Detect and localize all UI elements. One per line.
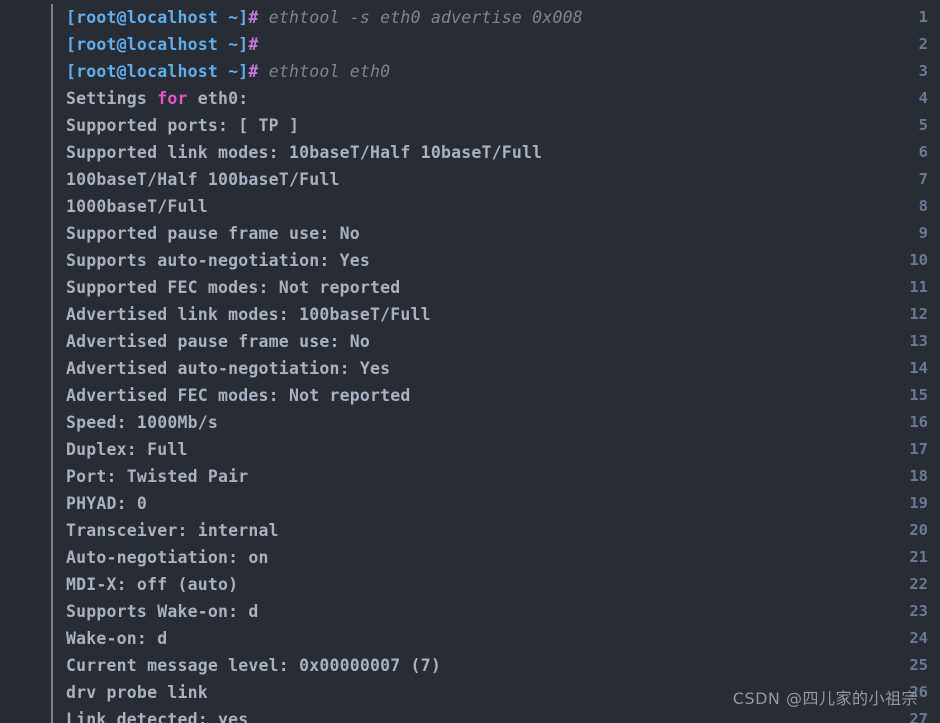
code-token-plain: Current message level: 0x00000007 (7) [66,656,441,675]
code-token-hash: # [248,35,259,54]
code-line[interactable]: Supports auto-negotiation: Yes [66,247,370,274]
code-line[interactable]: Auto-negotiation: on [66,544,269,571]
code-line[interactable]: Advertised pause frame use: No [66,328,370,355]
code-token-prompt: [root@localhost ~] [66,35,249,54]
code-token-hash: # [248,8,259,27]
gutter-separator-rule [51,4,53,723]
code-token-hash: # [248,62,259,81]
code-line[interactable]: Advertised auto-negotiation: Yes [66,355,390,382]
code-line[interactable]: 100baseT/Half 100baseT/Full [66,166,340,193]
code-line[interactable]: Supported ports: [ TP ] [66,112,299,139]
code-token-plain: Duplex: Full [66,440,188,459]
code-line[interactable]: Advertised link modes: 100baseT/Full [66,301,431,328]
code-token-plain: drv probe link [66,683,208,702]
code-token-plain: Supported pause frame use: No [66,224,360,243]
code-token-plain: Supports Wake-on: d [66,602,259,621]
code-token-plain: eth0: [187,89,249,108]
code-token-plain: Supported link modes: 10baseT/Half 10bas… [66,143,543,162]
code-token-plain: Port: Twisted Pair [66,467,249,486]
code-token-plain: Supported ports: [ TP ] [66,116,300,135]
code-line[interactable]: Port: Twisted Pair [66,463,248,490]
code-token-plain: Supports auto-negotiation: Yes [66,251,371,270]
code-line[interactable]: [root@localhost ~]# ethtool eth0 [66,58,390,85]
code-line[interactable]: MDI-X: off (auto) [66,571,238,598]
code-content-area[interactable]: [root@localhost ~]# ethtool -s eth0 adve… [66,0,940,723]
code-line[interactable]: Current message level: 0x00000007 (7) [66,652,441,679]
code-line[interactable]: Supported FEC modes: Not reported [66,274,400,301]
code-line[interactable]: Advertised FEC modes: Not reported [66,382,411,409]
code-line[interactable]: [root@localhost ~]# ethtool -s eth0 adve… [66,4,583,31]
code-token-plain: Advertised auto-negotiation: Yes [66,359,391,378]
code-line[interactable]: Wake-on: d [66,625,167,652]
code-token-plain: Supported FEC modes: Not reported [66,278,401,297]
code-token-plain: PHYAD: 0 [66,494,148,513]
code-line[interactable]: drv probe link [66,679,208,706]
code-token-cmd: ethtool -s eth0 advertise 0x008 [258,8,583,27]
code-line[interactable]: Supports Wake-on: d [66,598,259,625]
code-token-plain: Transceiver: internal [66,521,279,540]
code-token-cmd: ethtool eth0 [258,62,391,81]
code-line[interactable]: 1000baseT/Full [66,193,208,220]
code-token-plain: Speed: 1000Mb/s [66,413,219,432]
code-token-plain: Settings [66,89,158,108]
line-number-gutter [0,0,52,723]
code-token-prompt: [root@localhost ~] [66,62,249,81]
code-token-plain: Advertised link modes: 100baseT/Full [66,305,431,324]
code-token-plain: Advertised FEC modes: Not reported [66,386,411,405]
code-token-plain: Auto-negotiation: on [66,548,269,567]
code-token-plain: Wake-on: d [66,629,168,648]
code-line[interactable]: Duplex: Full [66,436,188,463]
code-token-keyword: for [157,89,188,108]
code-line[interactable]: Link detected: yes [66,706,248,723]
code-token-plain: 1000baseT/Full [66,197,208,216]
code-line[interactable]: Supported pause frame use: No [66,220,360,247]
terminal-code-block: 1 2 3 4 5 6 7 8 9 10 11 12 13 14 15 16 17 18 19 20 21 22 23 24 2… [0,0,940,723]
code-token-plain: 100baseT/Half 100baseT/Full [66,170,340,189]
code-line[interactable]: PHYAD: 0 [66,490,147,517]
code-token-plain: Link detected: yes [66,710,249,723]
code-token-prompt: [root@localhost ~] [66,8,249,27]
code-line[interactable]: Speed: 1000Mb/s [66,409,218,436]
code-line[interactable]: Supported link modes: 10baseT/Half 10bas… [66,139,542,166]
code-token-plain: MDI-X: off (auto) [66,575,239,594]
code-line[interactable]: Transceiver: internal [66,517,279,544]
code-line[interactable]: Settings for eth0: [66,85,248,112]
code-line[interactable]: [root@localhost ~]# [66,31,259,58]
code-token-plain: Advertised pause frame use: No [66,332,371,351]
